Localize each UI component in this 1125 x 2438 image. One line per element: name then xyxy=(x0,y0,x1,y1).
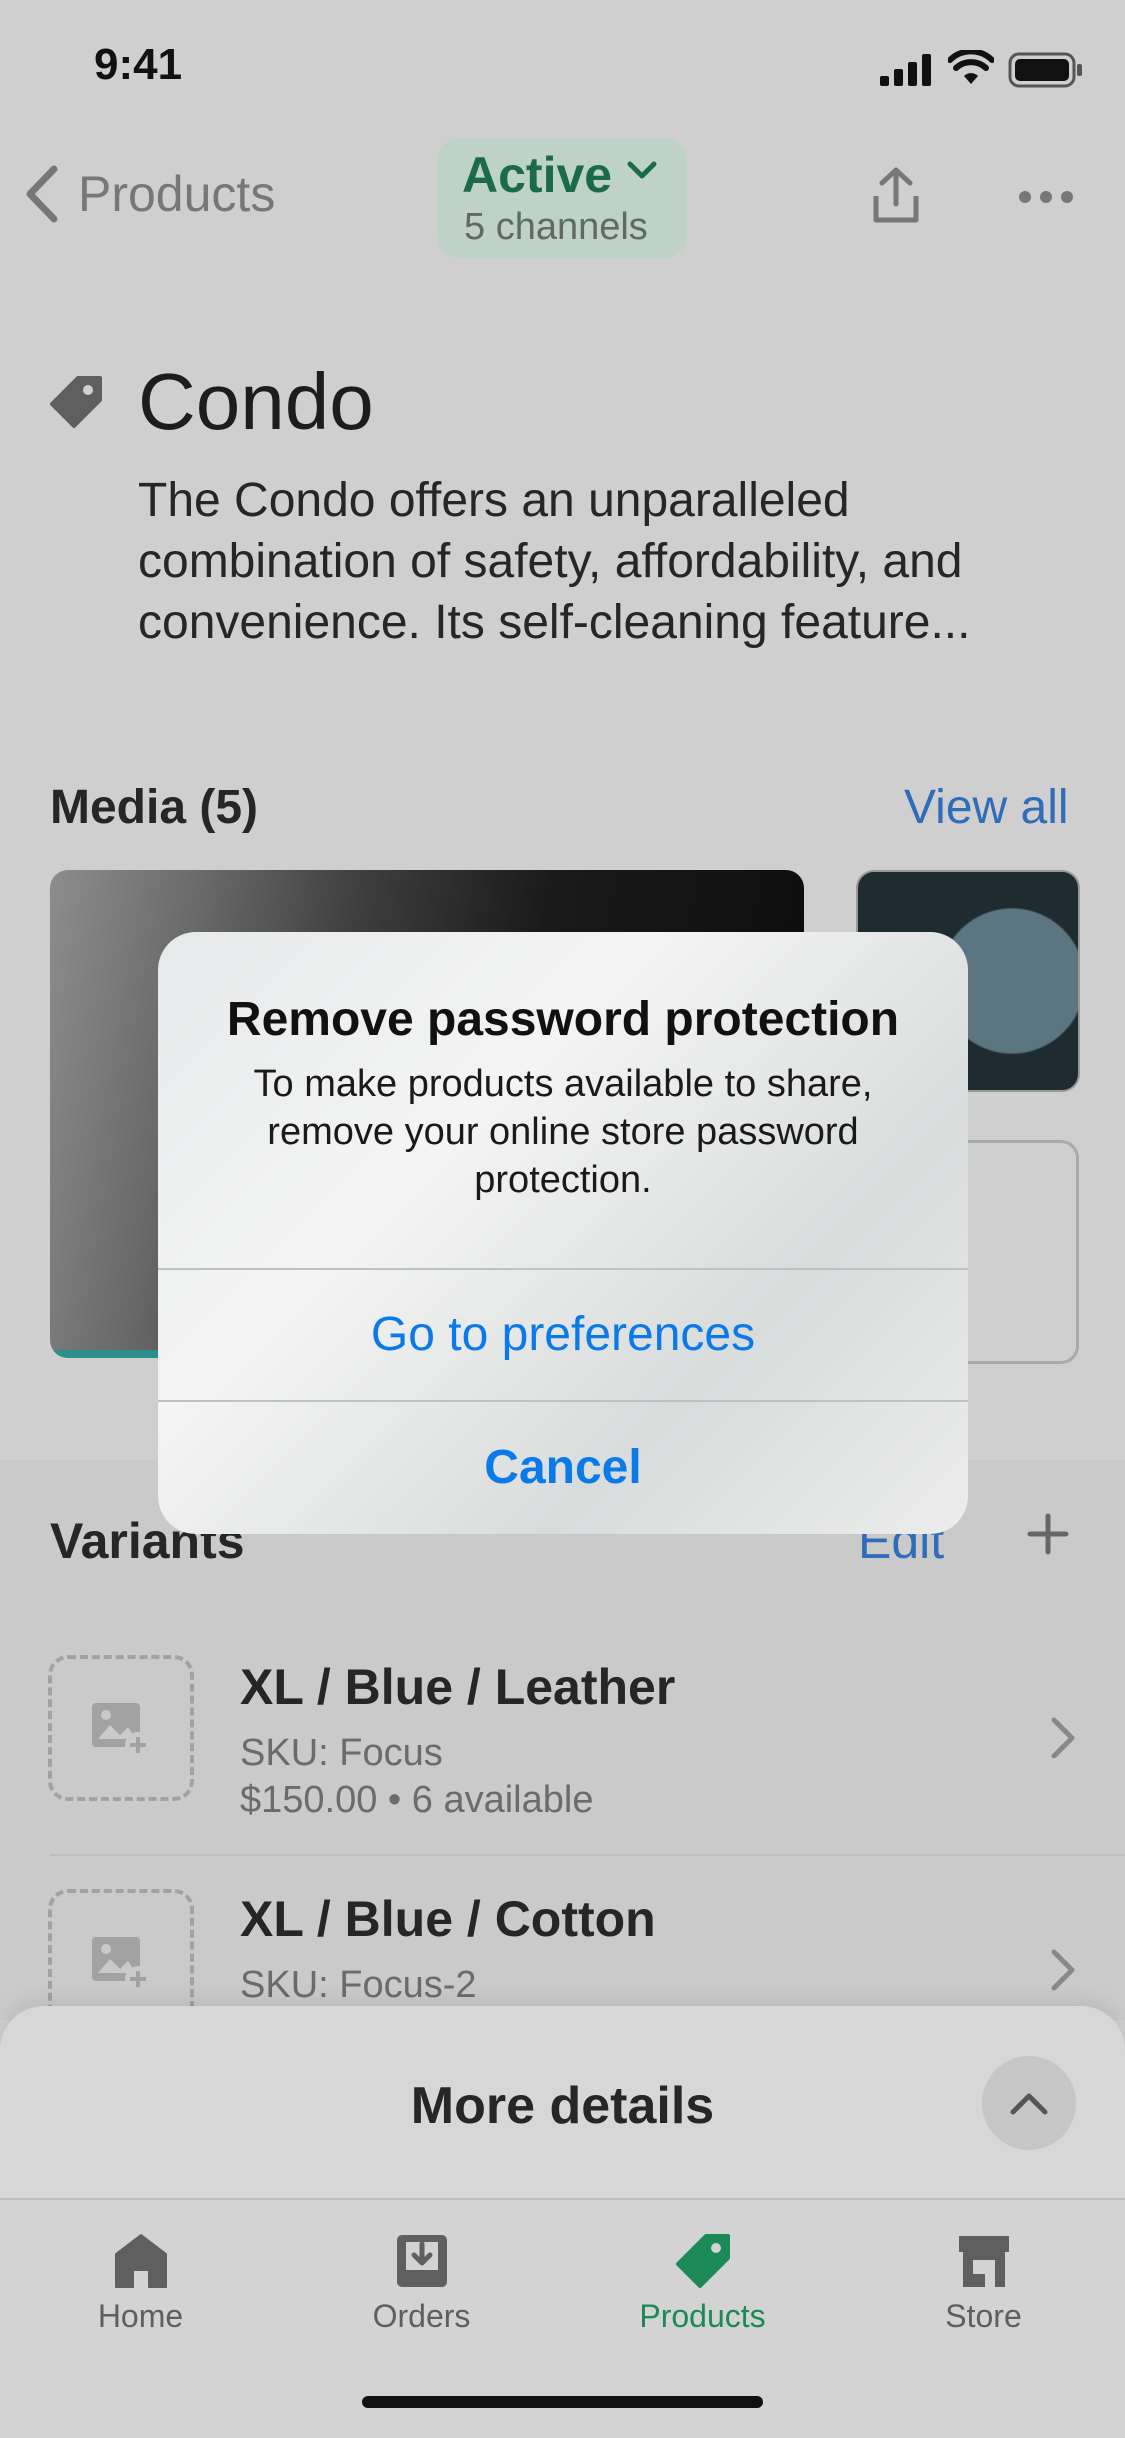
chevron-right-icon xyxy=(1051,1717,1075,1759)
variant-name: XL / Blue / Leather xyxy=(240,1659,676,1715)
view-all-link[interactable]: View all xyxy=(904,780,1069,835)
media-heading: Media (5) xyxy=(50,781,259,834)
variant-image-placeholder[interactable] xyxy=(48,1655,194,1801)
tab-home[interactable]: Home xyxy=(0,2232,281,2335)
go-to-preferences-button[interactable]: Go to preferences xyxy=(158,1270,968,1400)
variant-row[interactable]: XL / Blue / Leather SKU: Focus $150.00 •… xyxy=(0,1650,1125,1850)
chevron-down-icon xyxy=(626,158,658,187)
variant-image-placeholder[interactable] xyxy=(48,1889,194,2006)
variant-row[interactable]: XL / Blue / Cotton SKU: Focus-2 xyxy=(0,1884,1125,2006)
chevron-left-icon xyxy=(26,165,58,223)
tab-products[interactable]: Products xyxy=(562,2232,843,2335)
tab-orders[interactable]: Orders xyxy=(281,2232,562,2335)
back-button[interactable]: Products xyxy=(24,165,275,223)
tab-label: Home xyxy=(97,2298,184,2334)
home-icon xyxy=(114,2234,167,2288)
more-details-title: More details xyxy=(410,2077,715,2135)
add-variant-icon[interactable] xyxy=(1026,1512,1070,1561)
tab-label: Orders xyxy=(372,2298,471,2334)
home-indicator xyxy=(362,2396,763,2408)
status-label: Active xyxy=(462,147,613,203)
dialog-message: To make products available to share, rem… xyxy=(253,1063,873,1201)
back-label: Products xyxy=(78,166,276,222)
tab-label: Products xyxy=(639,2298,766,2334)
dialog-title: Remove password protection xyxy=(226,993,900,1046)
cancel-button[interactable]: Cancel xyxy=(158,1402,968,1534)
signal-icon xyxy=(880,54,934,91)
variant-name: XL / Blue / Cotton xyxy=(240,1891,656,1947)
wifi-icon xyxy=(947,48,995,91)
channels-label: 5 channels xyxy=(464,206,648,248)
add-image-icon xyxy=(92,1703,151,1758)
more-options-icon[interactable] xyxy=(1018,190,1074,209)
alert-dialog: Remove password protection To make produ… xyxy=(158,932,968,1534)
tag-icon xyxy=(48,374,104,435)
tab-label: Store xyxy=(945,2298,1022,2334)
tab-store[interactable]: Store xyxy=(843,2232,1124,2335)
variant-price-stock: $150.00 • 6 available xyxy=(240,1779,594,1821)
chevron-right-icon xyxy=(1051,1949,1075,1991)
tag-icon xyxy=(675,2234,730,2288)
share-icon[interactable] xyxy=(868,166,924,229)
add-image-icon xyxy=(92,1937,151,1992)
variant-sku: SKU: Focus xyxy=(240,1732,443,1774)
product-title: Condo xyxy=(138,357,374,446)
store-icon xyxy=(958,2236,1009,2287)
divider xyxy=(50,1854,1125,1856)
product-description[interactable]: The Condo offers an unparalleled combina… xyxy=(138,470,1078,653)
orders-icon xyxy=(396,2235,447,2287)
chevron-up-icon xyxy=(1010,2093,1048,2115)
add-media-button[interactable] xyxy=(956,1140,1079,1364)
status-time: 9:41 xyxy=(94,40,183,89)
battery-icon xyxy=(1008,52,1084,93)
expand-sheet-button[interactable] xyxy=(982,2056,1076,2150)
variant-sku: SKU: Focus-2 xyxy=(240,1964,477,2006)
